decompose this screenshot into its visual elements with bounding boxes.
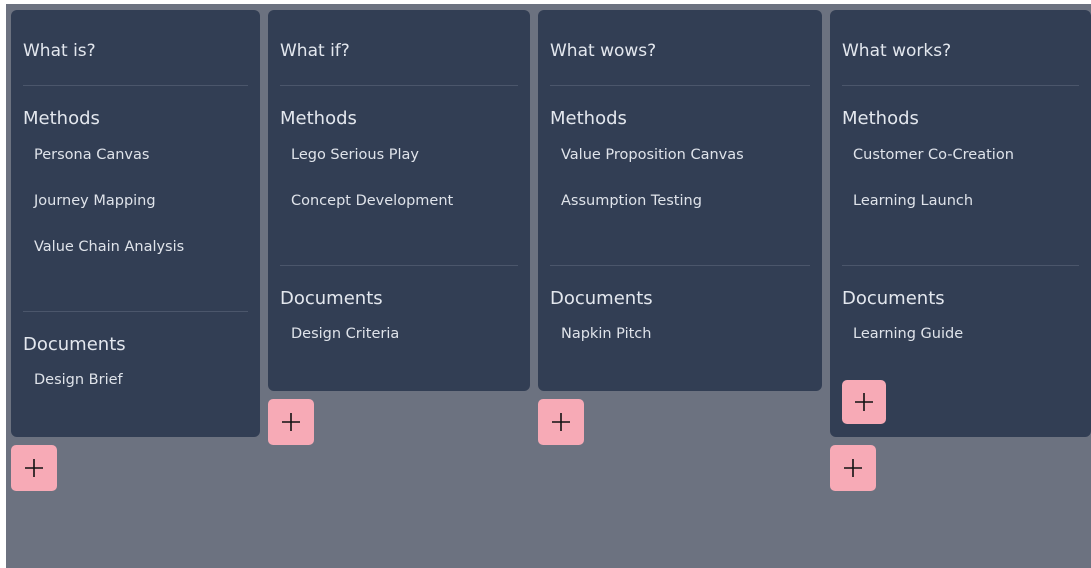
divider [23,311,248,312]
document-item-design-criteria[interactable]: Design Criteria [291,326,399,342]
add-button[interactable] [830,445,876,491]
card-title: What works? [842,41,952,61]
divider [842,85,1079,86]
documents-heading: Documents [280,288,383,309]
method-item-customer-co-creation[interactable]: Customer Co-Creation [853,147,1014,163]
divider [550,265,810,266]
plus-icon [855,393,873,411]
card-what-is: What is? Methods Persona Canvas Journey … [11,10,260,437]
add-document-button[interactable] [842,380,886,424]
divider [280,85,518,86]
add-button[interactable] [538,399,584,445]
method-item-assumption-testing[interactable]: Assumption Testing [561,193,702,209]
method-item-concept-development[interactable]: Concept Development [291,193,453,209]
card-title: What if? [280,41,350,61]
divider [280,265,518,266]
card-title: What is? [23,41,96,61]
card-what-wows: What wows? Methods Value Proposition Can… [538,10,822,391]
document-item-design-brief[interactable]: Design Brief [34,372,123,388]
method-item-lego-serious-play[interactable]: Lego Serious Play [291,147,419,163]
divider [550,85,810,86]
methods-heading: Methods [280,108,357,129]
method-item-value-chain-analysis[interactable]: Value Chain Analysis [34,239,184,255]
add-button[interactable] [268,399,314,445]
methods-heading: Methods [842,108,919,129]
plus-icon [844,459,862,477]
plus-icon [552,413,570,431]
divider [23,85,248,86]
method-item-learning-launch[interactable]: Learning Launch [853,193,973,209]
documents-heading: Documents [842,288,945,309]
add-button[interactable] [11,445,57,491]
document-item-learning-guide[interactable]: Learning Guide [853,326,963,342]
plus-icon [282,413,300,431]
divider [842,265,1079,266]
method-item-persona-canvas[interactable]: Persona Canvas [34,147,149,163]
card-what-works: What works? Methods Customer Co-Creation… [830,10,1091,437]
documents-heading: Documents [550,288,653,309]
board: What is? Methods Persona Canvas Journey … [6,4,1091,568]
method-item-journey-mapping[interactable]: Journey Mapping [34,193,156,209]
card-what-if: What if? Methods Lego Serious Play Conce… [268,10,530,391]
methods-heading: Methods [23,108,100,129]
document-item-napkin-pitch[interactable]: Napkin Pitch [561,326,651,342]
method-item-value-proposition-canvas[interactable]: Value Proposition Canvas [561,147,744,163]
methods-heading: Methods [550,108,627,129]
documents-heading: Documents [23,334,126,355]
plus-icon [25,459,43,477]
card-title: What wows? [550,41,657,61]
